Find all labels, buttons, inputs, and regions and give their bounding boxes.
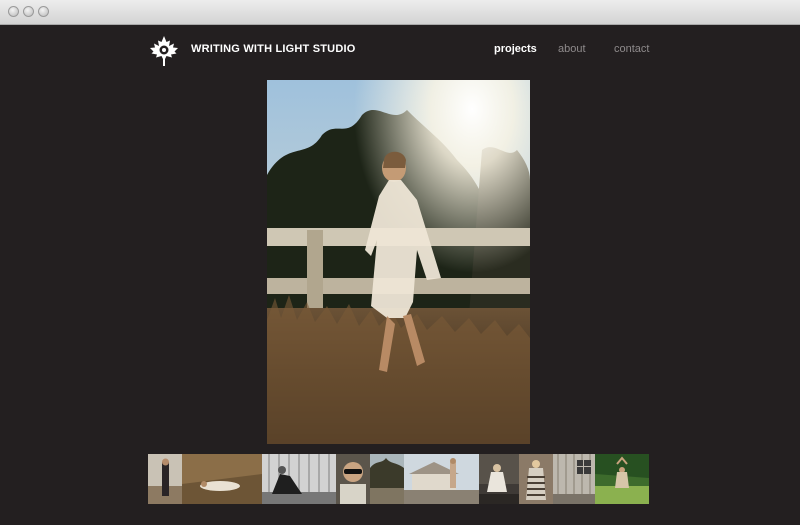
thumbnail-6[interactable]	[404, 454, 479, 504]
thumbnail-9[interactable]	[553, 454, 595, 504]
hero-photo	[267, 80, 530, 444]
nav-about-link[interactable]: about	[558, 43, 586, 55]
nav-projects-link[interactable]: projects	[494, 43, 537, 55]
window-zoom-button[interactable]	[38, 6, 49, 17]
window-close-button[interactable]	[8, 6, 19, 17]
maple-leaf-icon[interactable]	[148, 35, 180, 67]
window-titlebar	[0, 0, 800, 25]
thumbnail-8[interactable]	[519, 454, 553, 504]
thumbnail-3[interactable]	[262, 454, 336, 504]
thumbnail-strip	[148, 454, 649, 504]
thumbnail-2[interactable]	[182, 454, 262, 504]
thumbnail-7[interactable]	[479, 454, 519, 504]
brand-name[interactable]: WRITING WITH LIGHT STUDIO	[191, 43, 355, 55]
thumbnail-1[interactable]	[148, 454, 182, 504]
window-minimize-button[interactable]	[23, 6, 34, 17]
thumbnail-10[interactable]	[595, 454, 649, 504]
thumbnail-4[interactable]	[336, 454, 370, 504]
website-page: WRITING WITH LIGHT STUDIO projects about…	[0, 25, 800, 525]
thumbnail-5[interactable]	[370, 454, 404, 504]
nav-contact-link[interactable]: contact	[614, 43, 649, 55]
